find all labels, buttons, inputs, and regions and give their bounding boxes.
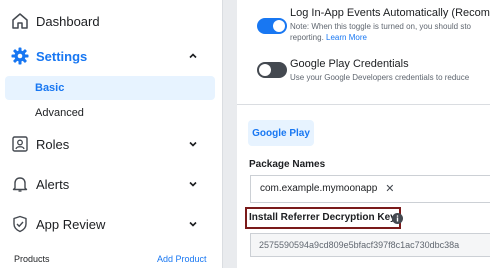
sidebar-item-alerts[interactable]: Alerts bbox=[0, 165, 222, 203]
chevron-down-icon[interactable] bbox=[186, 177, 200, 191]
sidebar-item-settings[interactable]: Settings bbox=[0, 37, 222, 75]
bell-icon bbox=[10, 174, 30, 194]
sidebar-subitem-advanced[interactable]: Advanced bbox=[5, 101, 215, 125]
gear-icon bbox=[10, 46, 30, 66]
add-product-link[interactable]: Add Product bbox=[157, 254, 207, 264]
info-icon[interactable] bbox=[392, 211, 403, 224]
sidebar-item-label: Dashboard bbox=[36, 13, 100, 29]
sidebar-item-dashboard[interactable]: Dashboard bbox=[0, 2, 222, 40]
check-shield-icon bbox=[10, 214, 30, 234]
package-chip: com.example.mymoonapp ✕ bbox=[255, 178, 400, 198]
log-events-note-tail: reporting. bbox=[290, 33, 324, 42]
log-events-title: Log In-App Events Automatically (Recomme bbox=[290, 7, 490, 19]
sidebar-item-app-review[interactable]: App Review bbox=[0, 205, 222, 243]
log-events-toggle[interactable] bbox=[257, 18, 287, 34]
sidebar-item-roles[interactable]: Roles bbox=[0, 125, 222, 163]
google-play-credentials-toggle[interactable] bbox=[257, 62, 287, 78]
referrer-key-label: Install Referrer Decryption Key bbox=[249, 212, 396, 223]
log-events-note-line2: reporting. Learn More bbox=[290, 32, 367, 43]
google-play-credentials-title: Google Play Credentials bbox=[290, 58, 409, 70]
package-names-input[interactable]: com.example.mymoonapp ✕ bbox=[250, 175, 490, 203]
log-events-note: Note: When this toggle is turned on, you… bbox=[290, 22, 471, 31]
sidebar-item-label: App Review bbox=[36, 216, 106, 232]
package-names-label: Package Names bbox=[249, 159, 326, 170]
toggle-knob bbox=[273, 20, 285, 32]
sidebar: Dashboard Settings Basic Advanced Roles … bbox=[0, 0, 223, 268]
roles-icon bbox=[10, 134, 30, 154]
google-play-credentials-note: Use your Google Developers credentials t… bbox=[290, 73, 470, 82]
chevron-down-icon[interactable] bbox=[186, 217, 200, 231]
products-label: Products bbox=[14, 254, 50, 264]
remove-package-icon[interactable]: ✕ bbox=[385, 182, 394, 195]
section-divider bbox=[237, 104, 490, 105]
products-row: Products Add Product bbox=[0, 254, 222, 268]
home-icon bbox=[10, 11, 30, 31]
chevron-down-icon[interactable] bbox=[186, 137, 200, 151]
sidebar-item-label: Alerts bbox=[36, 176, 70, 192]
sidebar-item-label: Roles bbox=[36, 136, 70, 152]
toggle-knob bbox=[259, 64, 271, 76]
package-chip-label: com.example.mymoonapp bbox=[260, 182, 378, 194]
sidebar-item-label: Settings bbox=[36, 48, 88, 64]
chevron-up-icon[interactable] bbox=[186, 49, 200, 63]
sidebar-subitem-label: Advanced bbox=[35, 107, 84, 119]
referrer-key-value: 2575590594a9cd809e5bfacf397f8c1ac730dbc3… bbox=[259, 240, 460, 250]
tab-google-play[interactable]: Google Play bbox=[248, 120, 314, 146]
referrer-key-field[interactable]: 2575590594a9cd809e5bfacf397f8c1ac730dbc3… bbox=[250, 233, 490, 257]
settings-panel: Log In-App Events Automatically (Recomme… bbox=[237, 0, 490, 268]
sidebar-subitem-basic[interactable]: Basic bbox=[5, 76, 215, 100]
learn-more-link[interactable]: Learn More bbox=[326, 33, 367, 42]
sidebar-subitem-label: Basic bbox=[35, 82, 65, 94]
